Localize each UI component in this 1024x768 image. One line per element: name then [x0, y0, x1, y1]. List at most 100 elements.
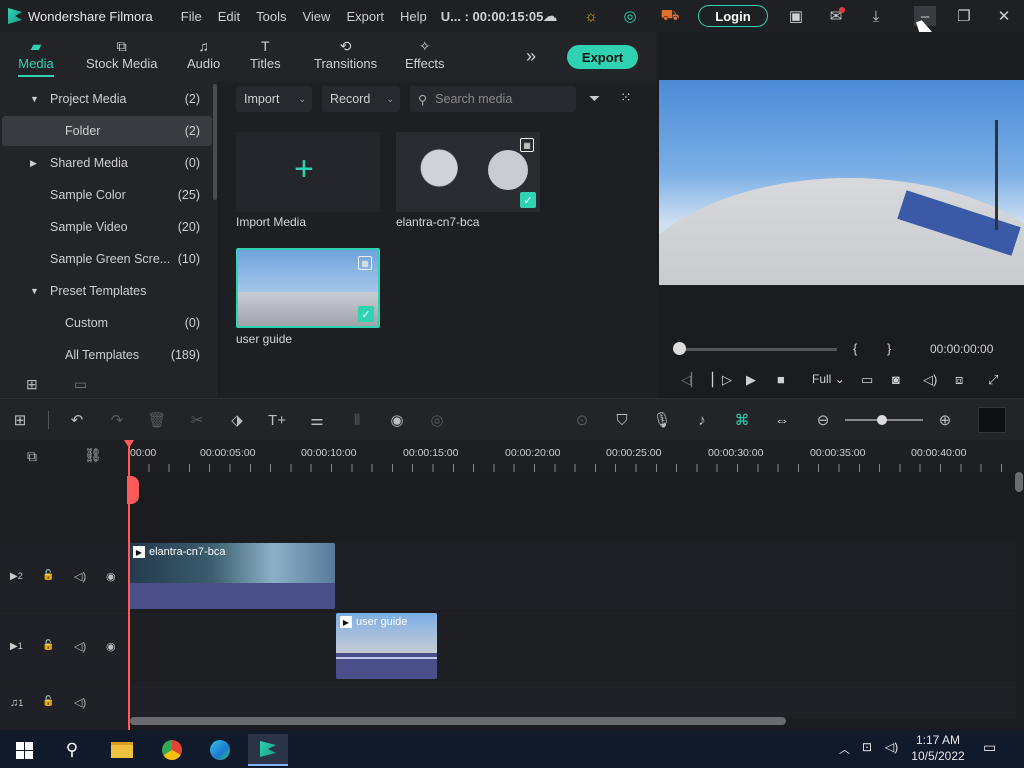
filter-icon[interactable]: ⏷ [589, 90, 600, 107]
search-input[interactable]: ⚲ Search media [410, 86, 576, 112]
lock-icon[interactable]: 🔓 [42, 696, 54, 707]
file-explorer-icon[interactable] [102, 734, 142, 766]
timeline-horizontal-scrollbar[interactable] [130, 717, 786, 725]
menu-edit[interactable]: Edit [218, 9, 240, 24]
taskbar-clock[interactable]: 1:17 AM 10/5/2022 [906, 732, 970, 764]
headset-icon[interactable]: ◎ [620, 6, 640, 26]
media-thumb-elantra[interactable]: ▦ ✓ [396, 132, 540, 212]
close-icon[interactable]: ✕ [994, 6, 1014, 26]
tree-item-sample-green-screen[interactable]: Sample Green Scre... (10) [0, 244, 212, 274]
menu-view[interactable]: View [302, 9, 330, 24]
download-icon[interactable]: ⤓ [866, 6, 886, 26]
stop-icon[interactable]: ■ [777, 372, 785, 387]
chrome-icon[interactable] [152, 734, 192, 766]
menu-help[interactable]: Help [400, 9, 427, 24]
preview-scrubber-knob[interactable] [673, 342, 686, 355]
snap-icon[interactable]: ⌘ [731, 409, 753, 431]
tab-titles[interactable]: T Titles [250, 38, 281, 71]
speaker-icon[interactable]: ◁) [74, 640, 86, 653]
speaker-icon[interactable]: ◁) [74, 570, 86, 583]
audio-mix-icon[interactable]: ◉ [386, 409, 408, 431]
snapshot-icon[interactable]: ◙ [892, 372, 900, 387]
quality-dropdown[interactable]: Full ⌄ [812, 372, 845, 386]
tree-item-project-media[interactable]: ▼ Project Media (2) [0, 84, 212, 114]
filmora-taskbar-icon[interactable] [248, 734, 288, 766]
play-frame-icon[interactable]: ▏▷ [712, 372, 732, 388]
zoom-slider-knob[interactable] [877, 415, 887, 425]
add-track-icon[interactable]: ⧉ [27, 448, 37, 465]
tab-audio[interactable]: ♫ Audio [187, 38, 220, 71]
media-thumb-user-guide[interactable]: ▦ ✓ [236, 248, 380, 328]
lightbulb-icon[interactable]: ☼ [581, 6, 601, 26]
more-tabs-chevron-icon[interactable]: » [526, 46, 536, 67]
audio-waveform-icon[interactable]: ⦀ [346, 409, 368, 431]
playhead[interactable] [124, 440, 139, 730]
save-icon[interactable]: ▣ [786, 6, 806, 26]
playhead-handle[interactable] [127, 476, 139, 504]
previous-frame-icon[interactable]: ◁▏ [681, 372, 701, 388]
import-dropdown[interactable]: Import ⌄ [236, 86, 312, 112]
expand-arrow-icon[interactable]: ▼ [30, 94, 50, 104]
fullscreen-icon[interactable]: ⤢ [988, 372, 998, 388]
menu-export[interactable]: Export [346, 9, 384, 24]
tree-item-preset-templates[interactable]: ▼ Preset Templates [0, 276, 212, 306]
preview-scrubber-track[interactable] [679, 348, 837, 351]
timeline-vertical-scrollbar[interactable] [1015, 472, 1023, 492]
import-media-tile[interactable]: + [236, 132, 380, 212]
login-button[interactable]: Login [698, 5, 768, 27]
restore-icon[interactable]: ❐ [954, 6, 974, 26]
export-button[interactable]: Export [567, 45, 638, 69]
microphone-icon[interactable]: 🎙 [651, 409, 673, 431]
record-dropdown[interactable]: Record ⌄ [322, 86, 400, 112]
tree-item-shared-media[interactable]: ▶ Shared Media (0) [0, 148, 212, 178]
panel-toggle-icon[interactable] [978, 407, 1006, 433]
tree-item-sample-video[interactable]: Sample Video (20) [0, 212, 212, 242]
mail-icon[interactable]: ✉ [826, 6, 846, 26]
timeline-clip-elantra[interactable]: ▶ elantra-cn7-bca [129, 543, 335, 609]
zoom-in-icon[interactable]: ⊕ [934, 409, 956, 431]
link-icon[interactable]: ⛓ [84, 447, 102, 464]
tree-item-folder[interactable]: Folder (2) [2, 116, 212, 146]
expand-arrow-icon[interactable]: ▶ [30, 158, 50, 169]
menu-file[interactable]: File [181, 9, 202, 24]
tab-media[interactable]: ▰ Media [18, 38, 54, 77]
tab-transitions[interactable]: ⟲ Transitions [314, 38, 377, 71]
scissors-icon[interactable]: ✂ [186, 409, 208, 431]
lock-icon[interactable]: 🔓 [42, 640, 54, 651]
zoom-out-icon[interactable]: ⊖ [812, 409, 834, 431]
search-icon[interactable]: ⚲ [52, 734, 92, 766]
mark-out-button[interactable]: } [887, 341, 891, 356]
eye-icon[interactable]: ◉ [106, 640, 116, 653]
grid-view-icon[interactable]: ⁙ [620, 89, 632, 106]
fit-timeline-icon[interactable]: ⇔ [771, 409, 793, 431]
speaker-icon[interactable]: ◁) [74, 696, 86, 709]
tree-item-all-templates[interactable]: All Templates (189) [0, 340, 212, 370]
menu-tools[interactable]: Tools [256, 9, 286, 24]
tab-effects[interactable]: ✧ Effects [405, 38, 445, 71]
volume-icon[interactable]: ◁) [885, 740, 898, 754]
play-icon[interactable]: ▶ [746, 372, 756, 388]
music-list-icon[interactable]: ♪ [691, 409, 713, 431]
adjust-icon[interactable]: ⚌ [306, 409, 328, 431]
timeline-clip-user-guide[interactable]: ▶ user guide [336, 613, 437, 679]
shield-icon[interactable]: ⛉ [611, 409, 633, 431]
cart-icon[interactable]: ⛟ [660, 6, 680, 26]
expand-arrow-icon[interactable]: ▼ [30, 286, 50, 296]
tree-scrollbar[interactable] [213, 84, 217, 200]
display-icon[interactable]: ▭ [861, 372, 873, 388]
tree-item-custom[interactable]: Custom (0) [0, 308, 212, 338]
chevron-up-icon[interactable]: ︿ [839, 741, 850, 757]
add-text-icon[interactable]: T+ [266, 409, 288, 431]
folder-outline-icon[interactable]: ▭ [74, 376, 87, 393]
delete-icon[interactable]: 🗑 [146, 409, 168, 431]
notification-icon[interactable]: ▭ [983, 739, 996, 756]
windows-start-icon[interactable] [4, 734, 44, 766]
cloud-icon[interactable]: ☁ [540, 6, 560, 26]
layout-icon[interactable]: ⊞ [9, 409, 31, 431]
network-icon[interactable]: ⊡ [862, 740, 872, 754]
timeline-ruler[interactable]: 00:00 00:00:05:00 00:00:10:00 00:00:15:0… [128, 440, 1024, 472]
edge-icon[interactable] [200, 734, 240, 766]
eye-icon[interactable]: ◉ [106, 570, 116, 583]
redo-icon[interactable]: ↷ [106, 409, 128, 431]
tree-item-sample-color[interactable]: Sample Color (25) [0, 180, 212, 210]
